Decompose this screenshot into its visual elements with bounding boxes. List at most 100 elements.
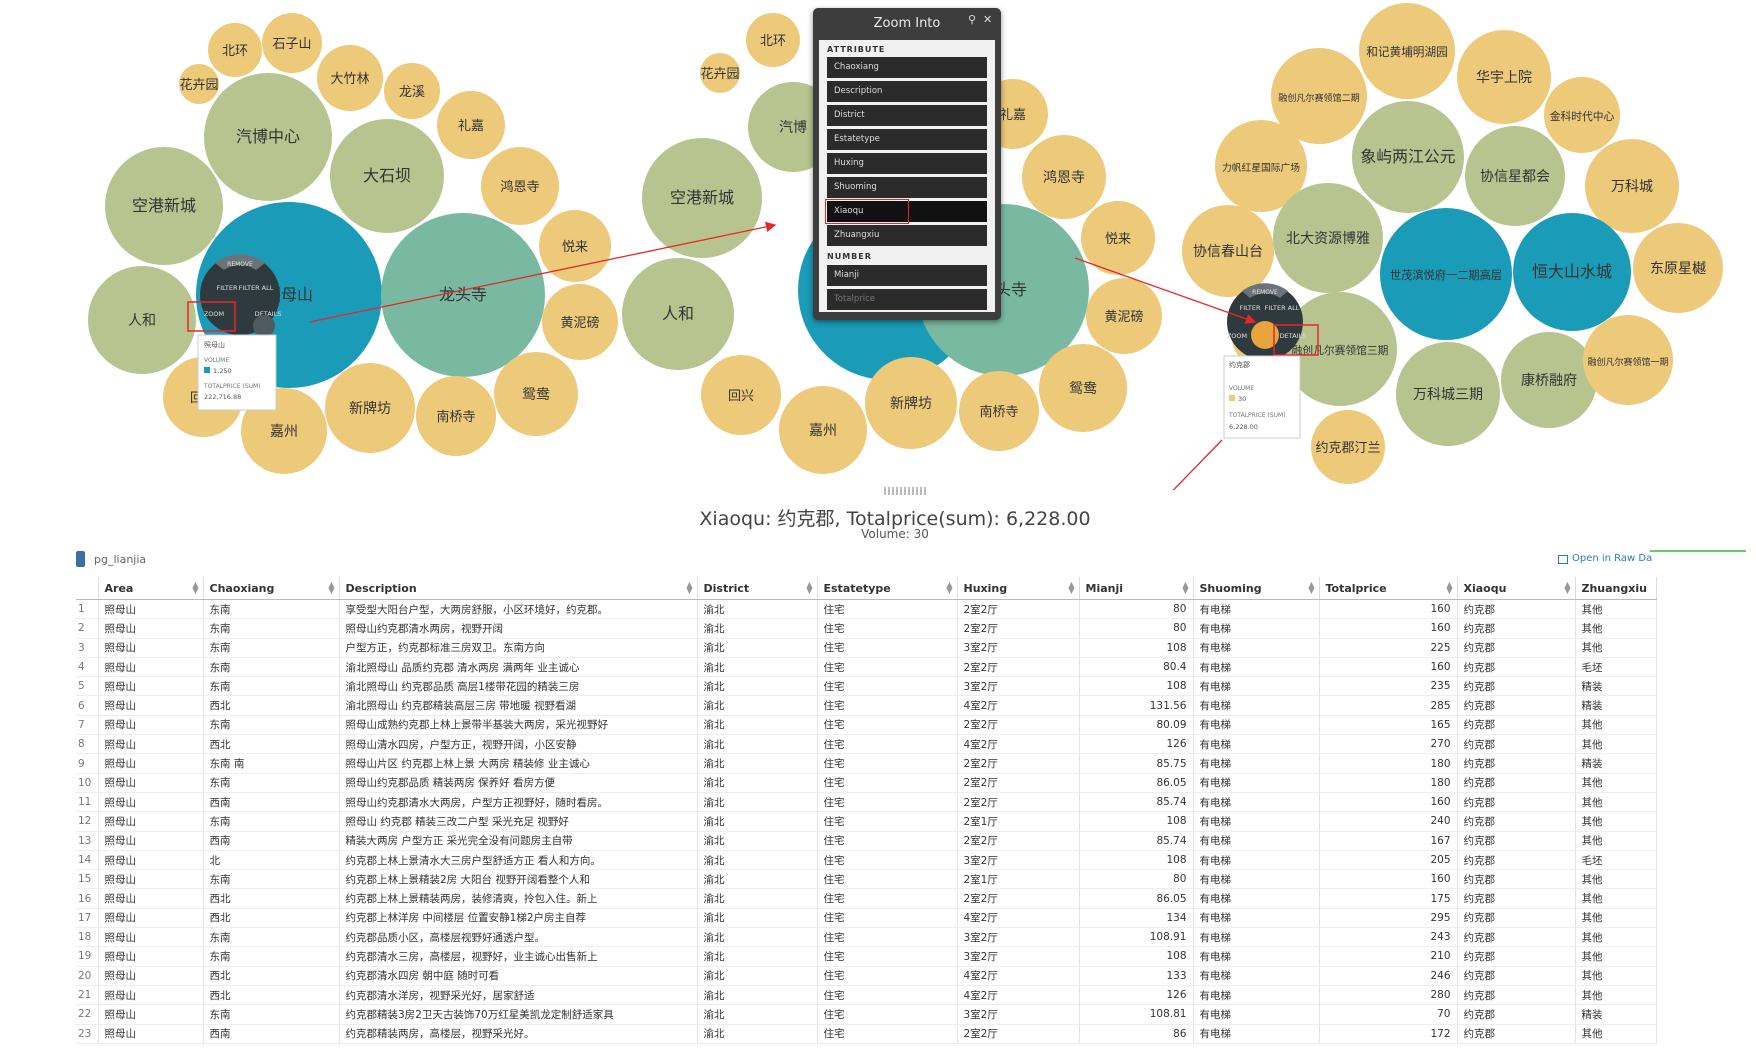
attribute-item[interactable]: Huxing: [827, 153, 987, 174]
sort-icon[interactable]: ▲ ▼: [328, 581, 334, 595]
table-row[interactable]: 11 照母山 西南 照母山约克郡清水大两房，户型方正视野好，随时看房。 渝北 住宅 2室2厅…: [76, 792, 1657, 813]
details-label[interactable]: DETAILS: [1280, 332, 1307, 340]
column-header[interactable]: Estatetype ▲ ▼: [817, 577, 958, 600]
table-cell: 有电梯: [1193, 888, 1320, 909]
table-cell: 其他: [1575, 734, 1657, 755]
table-cell: 80.4: [1079, 657, 1194, 678]
filter-label[interactable]: FILTER: [1240, 304, 1261, 312]
attribute-item[interactable]: Zhuangxiu: [827, 225, 987, 246]
table-row[interactable]: 2 照母山 东南 照母山约克郡清水两房，视野开阔 渝北 住宅 2室2厅 80 有电梯 160 约克郡…: [76, 618, 1657, 639]
table-cell: 户型方正，约克郡标准三房双卫。东南方向: [339, 638, 698, 658]
zoom-menu-body: ATTRIBUTE Chaoxiang Description District…: [819, 40, 995, 312]
column-header[interactable]: Xiaoqu ▲ ▼: [1457, 577, 1576, 600]
table-cell: 240: [1319, 811, 1458, 832]
open-raw-data-link[interactable]: Open in Raw Da: [1572, 553, 1652, 564]
remove-label[interactable]: REMOVE: [227, 261, 253, 268]
column-header[interactable]: Totalprice ▲ ▼: [1319, 577, 1458, 600]
table-cell: 渝北照母山 约克郡精装高层三房 带地暖 视野看湖: [339, 695, 698, 716]
bubble-label: 新牌坊: [349, 400, 391, 417]
zoom-label[interactable]: ZOOM: [204, 310, 224, 318]
table-row[interactable]: 19 照母山 东南 约克郡清水三房，高楼层，视野好，业主诚心出售新上 渝北 住宅 3室2厅 1…: [76, 946, 1657, 967]
attribute-item[interactable]: Chaoxiang: [827, 57, 987, 78]
bubble-label: 礼嘉: [1000, 107, 1026, 123]
sort-icon[interactable]: ▲ ▼: [1564, 581, 1570, 595]
column-header[interactable]: Mianji ▲ ▼: [1079, 577, 1194, 600]
search-icon[interactable]: ⚲: [968, 13, 976, 26]
table-row[interactable]: 20 照母山 西北 约克郡清水四房 朝中庭 随时可看 渝北 住宅 4室2厅 133 有电梯 246…: [76, 966, 1657, 986]
table-row[interactable]: 1 照母山 东南 享受型大阳台户型，大两房舒服，小区环境好，约克郡。 渝北 住宅 2室2厅 8…: [76, 599, 1657, 620]
table-row[interactable]: 5 照母山 东南 渝北照母山 约克郡品质 高层1楼带花园的精装三房 渝北 住宅 3室2厅 10…: [76, 676, 1657, 697]
table-cell: 约克郡: [1457, 599, 1576, 620]
table-row[interactable]: 12 照母山 东南 照母山 约克郡 精装三改二户型 采光充足 视野好 渝北 住宅 2室1厅 1…: [76, 811, 1657, 832]
sort-icon[interactable]: ▲ ▼: [192, 581, 198, 595]
column-header[interactable]: Zhuangxiu: [1575, 577, 1657, 600]
table-cell: 其他: [1575, 599, 1657, 620]
column-header[interactable]: Huxing ▲ ▼: [957, 577, 1080, 600]
filter-label[interactable]: FILTER: [217, 284, 238, 292]
sort-icon[interactable]: ▲ ▼: [686, 581, 692, 595]
table-cell: 85.74: [1079, 831, 1194, 851]
table-row[interactable]: 4 照母山 东南 渝北照母山 品质约克郡 清水两房 满两年 业主诚心 渝北 住宅 2室2厅 8…: [76, 657, 1657, 678]
table-cell: 约克郡: [1457, 695, 1576, 716]
table-row[interactable]: 7 照母山 东南 照母山成熟约克郡上林上景带半基装大两房，采光视野好 渝北 住宅 2室2厅 8…: [76, 715, 1657, 736]
table-row[interactable]: 6 照母山 西北 渝北照母山 约克郡精装高层三房 带地暖 视野看湖 渝北 住宅 4室2厅 13…: [76, 695, 1657, 716]
filter-all-label[interactable]: FILTER ALL: [1265, 304, 1300, 312]
attribute-item[interactable]: District: [827, 105, 987, 126]
sort-icon[interactable]: ▲ ▼: [806, 581, 812, 595]
table-icon: [76, 551, 85, 567]
table-row[interactable]: 10 照母山 东南 照母山约克郡品质 精装两房 保养好 看房方便 渝北 住宅 2室2厅 86.…: [76, 773, 1657, 793]
table-row[interactable]: 21 照母山 西北 约克郡清水洋房，视野采光好，居家舒适 渝北 住宅 4室2厅 126 有电梯 2…: [76, 985, 1657, 1006]
panel-resize-handle[interactable]: [884, 487, 926, 495]
attribute-item[interactable]: Estatetype: [827, 129, 987, 150]
table-cell: 西北: [203, 985, 340, 1006]
table-cell: 精装: [1575, 753, 1657, 774]
close-icon[interactable]: ✕: [983, 13, 992, 26]
table-cell: 其他: [1575, 1024, 1657, 1044]
table-row[interactable]: 15 照母山 东南 约克郡上林上景精装2房 大阳台 视野开阔看整个人和 渝北 住宅 2室1厅…: [76, 869, 1657, 890]
table-cell: 约克郡: [1457, 946, 1576, 967]
table-cell: 108: [1079, 676, 1194, 697]
table-cell: 东南: [203, 676, 340, 697]
column-header[interactable]: Description ▲ ▼: [339, 577, 698, 600]
table-cell: 有电梯: [1193, 753, 1320, 774]
row-index: 12: [76, 811, 99, 832]
column-header[interactable]: Chaoxiang ▲ ▼: [203, 577, 340, 600]
table-row[interactable]: 16 照母山 西北 约克郡上林上景精装两房，装修清爽，拎包入住。新上 渝北 住宅 2室2厅 8…: [76, 888, 1657, 909]
table-cell: 渝北: [697, 927, 818, 948]
table-row[interactable]: 23 照母山 西南 约克郡精装两房，高楼层，视野采光好。 渝北 住宅 2室2厅 86 有电梯 17…: [76, 1024, 1657, 1044]
sort-icon[interactable]: ▲ ▼: [1308, 581, 1314, 595]
table-row[interactable]: 13 照母山 西南 精装大两房 户型方正 采光完全没有问题房主自带 渝北 住宅 2室2厅 85…: [76, 831, 1657, 851]
bubble-label: 花卉园: [700, 66, 739, 82]
zoom-label[interactable]: ZOOM: [1227, 332, 1247, 340]
attribute-item[interactable]: Description: [827, 81, 987, 102]
table-row[interactable]: 18 照母山 东南 约克郡品质小区，高楼层视野好通透户型。 渝北 住宅 3室2厅 108.91…: [76, 927, 1657, 948]
table-row[interactable]: 9 照母山 东南 南照母山片区 约克郡上林上景 大两房 精装修 业主诚心 渝北 住宅 2室…: [76, 753, 1657, 774]
number-item[interactable]: Totalprice: [827, 289, 987, 310]
column-header[interactable]: Shuoming ▲ ▼: [1193, 577, 1320, 600]
attribute-item[interactable]: Shuoming: [827, 177, 987, 198]
column-header[interactable]: District ▲ ▼: [697, 577, 818, 600]
sort-icon[interactable]: ▲ ▼: [1182, 581, 1188, 595]
grid-icon[interactable]: [1558, 555, 1568, 564]
table-cell: 约克郡: [1457, 638, 1576, 658]
tooltip-volume: 30: [1238, 395, 1246, 403]
remove-label[interactable]: REMOVE: [1252, 289, 1278, 296]
bubble-label: 鸳鸯: [1069, 381, 1097, 397]
table-cell: 住宅: [817, 966, 958, 986]
column-header[interactable]: Area ▲ ▼: [98, 577, 204, 600]
table-row[interactable]: 22 照母山 东南 约克郡精装3房2卫天古装饰70万红星美凯龙定制舒适家具 渝北 住宅 3室…: [76, 1004, 1657, 1025]
table-cell: 照母山约克郡清水大两房，户型方正视野好，随时看房。: [339, 792, 698, 813]
sort-icon[interactable]: ▲ ▼: [946, 581, 952, 595]
sort-icon[interactable]: ▲ ▼: [1068, 581, 1074, 595]
table-row[interactable]: 8 照母山 西北 照母山清水四房，户型方正，视野开阔，小区安静 渝北 住宅 4室2厅 126 有…: [76, 734, 1657, 755]
table-cell: 约克郡品质小区，高楼层视野好通透户型。: [339, 927, 698, 948]
filter-all-label[interactable]: FILTER ALL: [239, 284, 274, 292]
table-cell: 其他: [1575, 792, 1657, 813]
table-row[interactable]: 3 照母山 东南 户型方正，约克郡标准三房双卫。东南方向 渝北 住宅 3室2厅 108 有电梯 2…: [76, 638, 1657, 658]
table-row[interactable]: 17 照母山 西北 约克郡上林洋房 中间楼层 位置安静1梯2户房主自荐 渝北 住宅 4室2厅…: [76, 908, 1657, 929]
table-row[interactable]: 14 照母山北约克郡上林上景清水大三房户型舒适方正 看人和方向。 渝北 住宅 3室2厅 1…: [76, 850, 1657, 871]
table-cell: 其他: [1575, 908, 1657, 929]
number-item[interactable]: Mianji: [827, 265, 987, 286]
sort-icon[interactable]: ▲ ▼: [1446, 581, 1452, 595]
table-cell: 西北: [203, 734, 340, 755]
